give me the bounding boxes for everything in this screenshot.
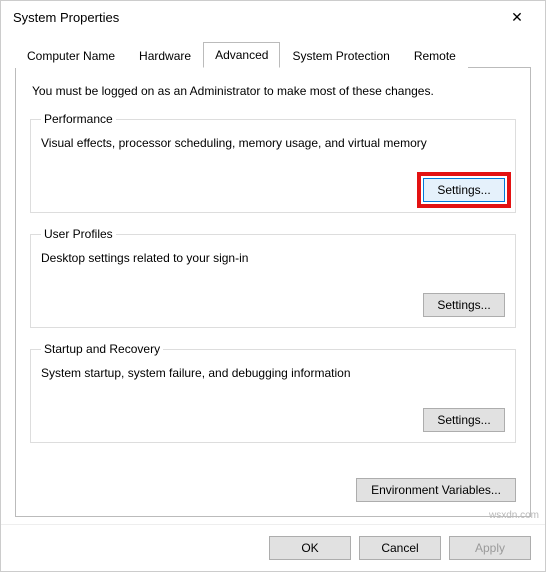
user-profiles-group: User Profiles Desktop settings related t… — [30, 227, 516, 328]
tabstrip: Computer Name Hardware Advanced System P… — [15, 41, 531, 67]
performance-description: Visual effects, processor scheduling, me… — [41, 136, 505, 150]
performance-settings-button[interactable]: Settings... — [423, 178, 505, 202]
startup-recovery-settings-button[interactable]: Settings... — [423, 408, 505, 432]
user-profiles-description: Desktop settings related to your sign-in — [41, 251, 505, 265]
startup-recovery-description: System startup, system failure, and debu… — [41, 366, 505, 380]
close-icon: ✕ — [511, 9, 523, 26]
admin-notice: You must be logged on as an Administrato… — [32, 84, 516, 98]
watermark-text: wsxdn.com — [489, 510, 539, 521]
user-profiles-legend: User Profiles — [41, 227, 116, 241]
system-properties-window: System Properties ✕ Computer Name Hardwa… — [0, 0, 546, 572]
tab-hardware[interactable]: Hardware — [127, 43, 203, 68]
environment-variables-button[interactable]: Environment Variables... — [356, 478, 516, 502]
window-title: System Properties — [13, 10, 497, 25]
cancel-button[interactable]: Cancel — [359, 536, 441, 560]
dialog-footer: OK Cancel Apply — [1, 524, 545, 571]
ok-button[interactable]: OK — [269, 536, 351, 560]
user-profiles-settings-button[interactable]: Settings... — [423, 293, 505, 317]
performance-legend: Performance — [41, 112, 116, 126]
tab-advanced[interactable]: Advanced — [203, 42, 280, 68]
tab-remote[interactable]: Remote — [402, 43, 468, 68]
performance-group: Performance Visual effects, processor sc… — [30, 112, 516, 213]
close-button[interactable]: ✕ — [497, 3, 537, 31]
titlebar: System Properties ✕ — [1, 1, 545, 33]
apply-button[interactable]: Apply — [449, 536, 531, 560]
startup-recovery-group: Startup and Recovery System startup, sys… — [30, 342, 516, 443]
startup-recovery-legend: Startup and Recovery — [41, 342, 163, 356]
advanced-tabpanel: You must be logged on as an Administrato… — [15, 67, 531, 517]
tab-computer-name[interactable]: Computer Name — [15, 43, 127, 68]
tab-system-protection[interactable]: System Protection — [280, 43, 401, 68]
